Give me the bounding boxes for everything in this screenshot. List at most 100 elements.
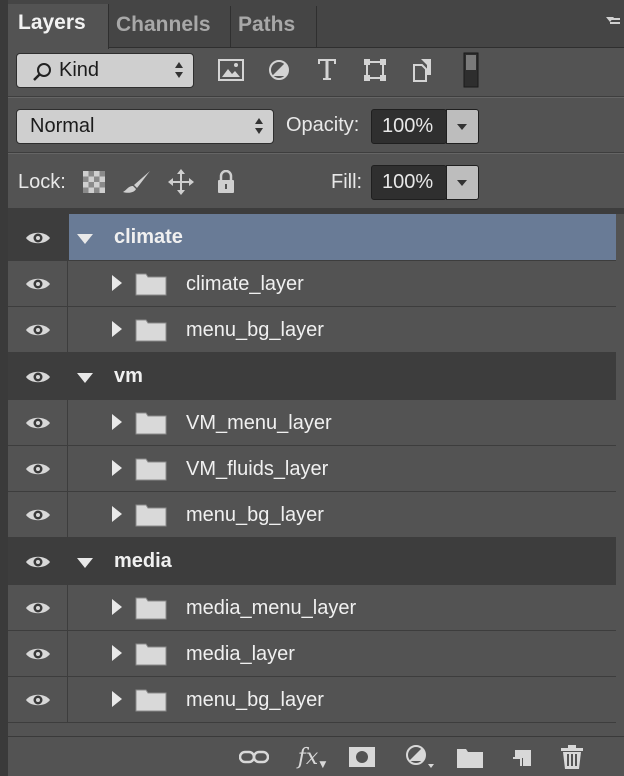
folder-icon: [135, 318, 167, 342]
opacity-input[interactable]: 100%: [371, 109, 447, 144]
layer-row[interactable]: VM_menu_layer: [8, 400, 616, 446]
fill-dropdown-button[interactable]: [446, 165, 479, 200]
fill-input[interactable]: 100%: [371, 165, 447, 200]
image-filter-icon[interactable]: [215, 54, 247, 86]
layer-group-row[interactable]: climate: [8, 214, 616, 261]
layer-name: climate: [114, 226, 183, 248]
adjustment-filter-icon[interactable]: [263, 54, 295, 86]
layer-group-row[interactable]: vm: [8, 353, 616, 400]
layer-row[interactable]: climate_layer: [8, 261, 616, 307]
layer-content[interactable]: menu_bg_layer: [69, 492, 616, 537]
layer-row[interactable]: media_layer: [8, 631, 616, 677]
fill-label: Fill:: [331, 171, 363, 193]
layer-content[interactable]: vm: [69, 353, 616, 399]
panel-menu-icon[interactable]: [606, 14, 620, 28]
layer-row[interactable]: menu_bg_layer: [8, 307, 616, 353]
collapse-triangle-icon[interactable]: [112, 414, 122, 430]
layer-name: media_layer: [186, 643, 295, 665]
eye-icon: [25, 692, 51, 708]
adjustment-layer-icon[interactable]: [404, 743, 436, 771]
eye-icon: [25, 322, 51, 338]
collapse-triangle-icon[interactable]: [112, 275, 122, 291]
eye-icon: [25, 230, 51, 246]
visibility-toggle[interactable]: [8, 307, 68, 352]
expand-triangle-icon[interactable]: [77, 373, 93, 383]
shape-filter-icon[interactable]: [359, 54, 391, 86]
collapse-triangle-icon[interactable]: [112, 599, 122, 615]
kind-filter-select[interactable]: Kind: [16, 53, 194, 88]
link-layers-icon[interactable]: [238, 743, 270, 771]
visibility-toggle[interactable]: [8, 677, 68, 722]
folder-icon: [135, 688, 167, 712]
layer-content[interactable]: VM_menu_layer: [69, 400, 616, 445]
layer-name: media: [114, 550, 172, 572]
divider: [8, 152, 624, 154]
new-group-icon[interactable]: [454, 743, 486, 771]
blend-mode-value: Normal: [30, 115, 95, 137]
tab-channels[interactable]: Channels: [109, 6, 231, 48]
filter-toggle-icon[interactable]: [455, 50, 487, 90]
layer-content[interactable]: climate: [69, 214, 616, 260]
panel-tab-bar: Layers Channels Paths: [8, 0, 624, 49]
folder-icon: [135, 503, 167, 527]
visibility-toggle[interactable]: [8, 261, 68, 306]
layer-row[interactable]: menu_bg_layer: [8, 492, 616, 538]
new-layer-icon[interactable]: [506, 743, 538, 771]
layer-content[interactable]: VM_fluids_layer: [69, 446, 616, 491]
type-filter-icon[interactable]: [311, 53, 343, 85]
folder-icon: [135, 642, 167, 666]
collapse-triangle-icon[interactable]: [112, 506, 122, 522]
lock-image-pixels-brush-icon[interactable]: [120, 166, 152, 198]
visibility-toggle[interactable]: [8, 446, 68, 491]
opacity-dropdown-button[interactable]: [446, 109, 479, 144]
layer-name: climate_layer: [186, 273, 304, 295]
add-mask-icon[interactable]: [346, 743, 378, 771]
collapse-triangle-icon[interactable]: [112, 460, 122, 476]
tab-layers[interactable]: Layers: [8, 4, 109, 49]
layer-row[interactable]: media_menu_layer: [8, 585, 616, 631]
layers-scroll-gutter[interactable]: [616, 214, 624, 736]
smart-object-filter-icon[interactable]: [407, 54, 439, 86]
layer-name: menu_bg_layer: [186, 504, 324, 526]
layer-name: media_menu_layer: [186, 597, 357, 619]
folder-icon: [135, 457, 167, 481]
layer-content[interactable]: menu_bg_layer: [69, 307, 616, 352]
layer-row[interactable]: VM_fluids_layer: [8, 446, 616, 492]
collapse-triangle-icon[interactable]: [112, 321, 122, 337]
eye-icon: [25, 646, 51, 662]
visibility-toggle[interactable]: [8, 492, 68, 537]
visibility-toggle[interactable]: [8, 214, 68, 260]
collapse-triangle-icon[interactable]: [112, 645, 122, 661]
visibility-toggle[interactable]: [8, 400, 68, 445]
layer-content[interactable]: menu_bg_layer: [69, 677, 616, 722]
lock-all-padlock-icon[interactable]: [210, 166, 242, 198]
layer-name: VM_menu_layer: [186, 412, 332, 434]
eye-icon: [25, 554, 51, 570]
visibility-toggle[interactable]: [8, 585, 68, 630]
collapse-triangle-icon[interactable]: [112, 691, 122, 707]
layer-style-fx-icon[interactable]: fx ▼: [296, 743, 328, 771]
delete-layer-icon[interactable]: [556, 743, 588, 771]
layer-group-row[interactable]: media: [8, 538, 616, 585]
layer-name: vm: [114, 365, 143, 387]
tab-paths[interactable]: Paths: [231, 6, 317, 48]
lock-position-move-icon[interactable]: [165, 166, 197, 198]
layer-content[interactable]: media_menu_layer: [69, 585, 616, 630]
visibility-toggle[interactable]: [8, 538, 68, 584]
lock-transparent-pixels-icon[interactable]: [78, 166, 110, 198]
eye-icon: [25, 415, 51, 431]
visibility-toggle[interactable]: [8, 353, 68, 399]
opacity-label: Opacity:: [286, 114, 360, 136]
folder-icon: [135, 596, 167, 620]
expand-triangle-icon[interactable]: [77, 558, 93, 568]
layer-name: menu_bg_layer: [186, 319, 324, 341]
eye-icon: [25, 276, 51, 292]
layer-content[interactable]: media_layer: [69, 631, 616, 676]
eye-icon: [25, 600, 51, 616]
blend-mode-select[interactable]: Normal: [16, 109, 274, 144]
visibility-toggle[interactable]: [8, 631, 68, 676]
layer-row[interactable]: menu_bg_layer: [8, 677, 616, 723]
layer-content[interactable]: media: [69, 538, 616, 584]
layer-content[interactable]: climate_layer: [69, 261, 616, 306]
expand-triangle-icon[interactable]: [77, 234, 93, 244]
